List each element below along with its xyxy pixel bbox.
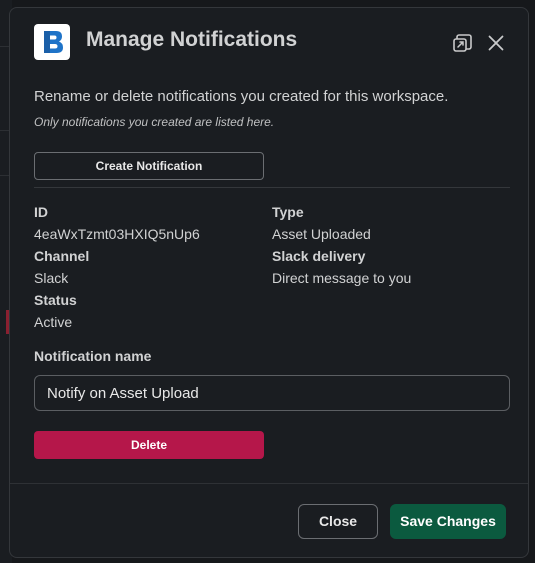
- delete-button[interactable]: Delete: [34, 431, 264, 459]
- status-value: Active: [34, 314, 73, 330]
- channel-label: Channel: [34, 248, 90, 264]
- create-notification-button[interactable]: Create Notification: [34, 152, 264, 180]
- section-divider: [34, 187, 510, 188]
- id-label: ID: [34, 204, 48, 220]
- manage-notifications-modal: Manage Notifications Rename or delete no…: [9, 7, 529, 558]
- footer-divider: [10, 483, 528, 484]
- channel-value: Slack: [34, 270, 69, 286]
- status-label: Status: [34, 292, 77, 308]
- close-icon[interactable]: [485, 32, 507, 54]
- type-label: Type: [272, 204, 304, 220]
- type-value: Asset Uploaded: [272, 226, 371, 242]
- notification-name-label: Notification name: [34, 348, 152, 364]
- save-changes-button[interactable]: Save Changes: [390, 504, 506, 539]
- notification-name-input[interactable]: [34, 375, 510, 411]
- close-button[interactable]: Close: [298, 504, 378, 539]
- id-value: 4eaWxTzmt03HXIQ5nUp6: [34, 226, 200, 242]
- modal-description: Rename or delete notifications you creat…: [34, 88, 449, 105]
- modal-title: Manage Notifications: [86, 28, 298, 51]
- slack-delivery-label: Slack delivery: [272, 248, 366, 264]
- open-in-new-window-icon[interactable]: [452, 32, 474, 54]
- slack-delivery-value: Direct message to you: [272, 270, 412, 286]
- brandfolder-logo-icon: [34, 24, 70, 60]
- modal-subdescription: Only notifications you created are liste…: [34, 115, 275, 129]
